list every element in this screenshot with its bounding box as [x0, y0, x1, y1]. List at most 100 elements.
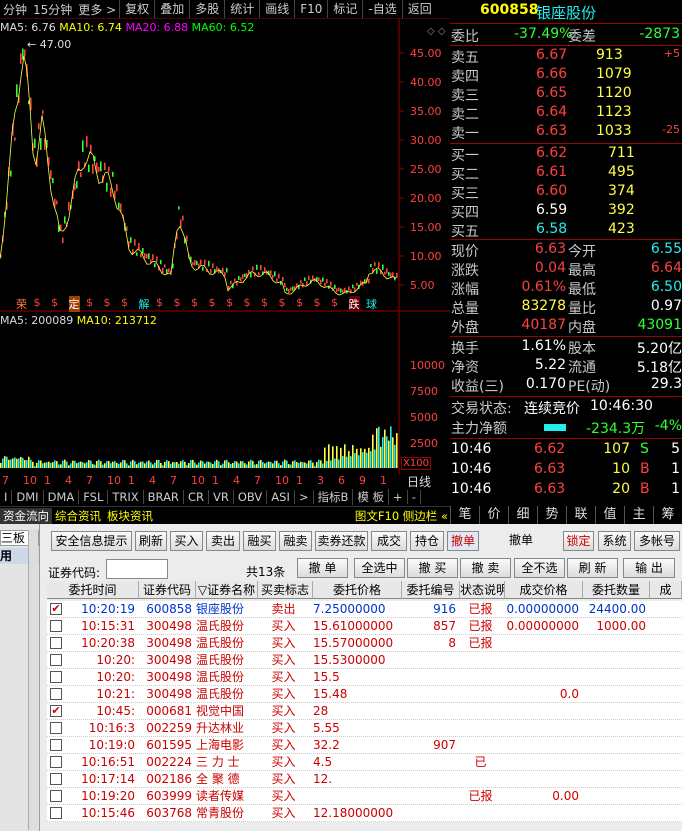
column-header[interactable]: 买卖标志 — [258, 581, 313, 599]
ind-tab-fsl[interactable]: FSL — [79, 489, 109, 504]
event-marker[interactable]: $ — [86, 296, 93, 309]
ind-tab-dma[interactable]: DMA — [44, 489, 80, 504]
period-minute[interactable]: 分钟 — [0, 1, 30, 18]
chart-diamond-icon[interactable]: ◇ ◇ — [427, 26, 446, 37]
event-marker[interactable]: $ — [209, 296, 216, 309]
sell-level-2[interactable]: 卖二 6.64 1123 — [450, 104, 682, 123]
nav-scrollbar[interactable] — [28, 530, 38, 830]
event-marker[interactable]: 球 — [366, 296, 377, 312]
row-checkbox[interactable] — [50, 688, 62, 700]
event-marker[interactable]: $ — [314, 296, 321, 309]
period-15min[interactable]: 15分钟 — [30, 1, 75, 18]
sell-button[interactable]: 卖出 — [206, 531, 240, 551]
cancel-sells-button[interactable]: 撤 卖 — [460, 558, 511, 578]
row-checkbox[interactable] — [50, 790, 62, 802]
period-more[interactable]: 更多 > — [75, 1, 119, 18]
event-marker[interactable]: $ — [51, 296, 58, 309]
event-marker[interactable]: $ — [174, 296, 181, 309]
buy-level-1[interactable]: 买一 6.62 711 — [450, 145, 682, 164]
ind-tab-more[interactable]: > — [295, 489, 314, 504]
select-none-button[interactable]: 全不选 — [514, 558, 565, 578]
safety-info-button[interactable]: 安全信息提示 — [51, 531, 132, 551]
column-header[interactable]: 委托时间 — [47, 581, 139, 599]
btn-zixuan[interactable]: -自选 — [362, 0, 401, 18]
buy-button[interactable]: 买入 — [170, 531, 203, 551]
row-checkbox[interactable] — [50, 671, 62, 683]
column-header[interactable]: ▽证券名称 — [196, 581, 258, 599]
margin-buy-button[interactable]: 融买 — [243, 531, 276, 551]
refresh-orders-button[interactable]: 刷 新 — [567, 558, 618, 578]
info-tab-news[interactable]: 综合资讯 — [52, 508, 104, 524]
lock-button[interactable]: 锁定 — [563, 531, 594, 551]
event-marker[interactable]: 定 — [68, 296, 80, 312]
qtab-bi[interactable]: 笔 — [450, 506, 479, 524]
buy-level-3[interactable]: 买三 6.60 374 — [450, 183, 682, 202]
event-marker[interactable]: 荣 — [16, 296, 27, 312]
sell-level-5[interactable]: 卖五 6.67 913 +5 — [450, 47, 682, 66]
event-marker[interactable]: 跌 — [348, 296, 360, 312]
multi-account-button[interactable]: 多帐号 — [634, 531, 680, 551]
ind-tab-vr[interactable]: VR — [209, 489, 234, 504]
ind-tab-brar[interactable]: BRAR — [144, 489, 184, 504]
code-input[interactable] — [106, 559, 168, 579]
ind-tab-minus[interactable]: - — [408, 489, 421, 504]
event-marker[interactable]: $ — [244, 296, 251, 309]
sell-level-1[interactable]: 卖一 6.63 1033 -25 — [450, 123, 682, 142]
qtab-lian[interactable]: 联 — [566, 506, 595, 524]
cancel-buys-button[interactable]: 撤 买 — [407, 558, 458, 578]
ind-tab-moban[interactable]: 模 板 — [353, 488, 390, 505]
margin-sell-button[interactable]: 融卖 — [279, 531, 312, 551]
column-header[interactable]: 委托价格 — [313, 581, 402, 599]
ind-tab-obv[interactable]: OBV — [234, 489, 268, 504]
btn-biaoji[interactable]: 标记 — [327, 0, 362, 18]
qtab-xi[interactable]: 细 — [508, 506, 537, 524]
buy-level-2[interactable]: 买二 6.61 495 — [450, 164, 682, 183]
event-marker[interactable]: $ — [261, 296, 268, 309]
cancel-tab-button[interactable]: 撤单 — [447, 531, 479, 551]
info-f10-sidebar[interactable]: 图文F10 侧边栏 « — [355, 508, 450, 524]
btn-diejia[interactable]: 叠加 — [154, 0, 189, 18]
row-checkbox[interactable] — [50, 654, 62, 666]
event-marker[interactable]: $ — [191, 296, 198, 309]
select-all-button[interactable]: 全选中 — [354, 558, 405, 578]
btn-f10[interactable]: F10 — [294, 0, 327, 18]
qtab-zhu[interactable]: 主 — [624, 506, 653, 524]
ind-tab-0[interactable]: I — [0, 489, 13, 504]
event-marker[interactable]: $ — [104, 296, 111, 309]
event-marker[interactable]: $ — [226, 296, 233, 309]
system-button[interactable]: 系统 — [598, 531, 631, 551]
qtab-chou[interactable]: 筹 — [653, 506, 682, 524]
sell-repay-button[interactable]: 卖券还款 — [315, 531, 368, 551]
column-header[interactable]: 成 — [650, 581, 682, 599]
column-header[interactable]: 成交价格 — [505, 581, 583, 599]
info-tab-capital-flow[interactable]: 资金流向 — [0, 507, 52, 524]
refresh-button[interactable]: 刷新 — [135, 531, 167, 551]
event-marker[interactable]: $ — [279, 296, 286, 309]
qtab-jia[interactable]: 价 — [479, 506, 508, 524]
qtab-zhi[interactable]: 值 — [595, 506, 624, 524]
cancel-label[interactable]: 撤单 — [500, 531, 542, 551]
btn-tongji[interactable]: 统计 — [224, 0, 259, 18]
event-marker[interactable]: $ — [296, 296, 303, 309]
kline-chart[interactable]: 45.00 40.00 35.00 30.00 25.00 20.00 15.00 10.00… — [0, 19, 450, 489]
info-tab-sector[interactable]: 板块资讯 — [104, 508, 156, 524]
btn-duogu[interactable]: 多股 — [189, 0, 224, 18]
row-checkbox[interactable] — [50, 756, 62, 768]
column-header[interactable]: 证券代码 — [139, 581, 196, 599]
ind-tab-dmi[interactable]: DMI — [12, 489, 44, 504]
row-checkbox[interactable]: ✔ — [50, 603, 62, 615]
row-checkbox[interactable] — [50, 722, 62, 734]
row-checkbox[interactable] — [50, 637, 62, 649]
column-header[interactable]: 委托编号 — [402, 581, 460, 599]
sell-level-3[interactable]: 卖三 6.65 1120 — [450, 85, 682, 104]
btn-fuquan[interactable]: 复权 — [119, 0, 154, 18]
ind-tab-trix[interactable]: TRIX — [108, 489, 144, 504]
event-marker[interactable]: 解 — [139, 296, 150, 312]
event-marker[interactable]: $ — [331, 296, 338, 309]
export-button[interactable]: 输 出 — [623, 558, 675, 578]
event-marker[interactable]: $ — [156, 296, 163, 309]
cancel-order-button[interactable]: 撤 单 — [297, 558, 348, 578]
ind-tab-plus[interactable]: + — [389, 489, 408, 504]
ind-tab-cr[interactable]: CR — [184, 489, 209, 504]
row-checkbox[interactable] — [50, 739, 62, 751]
